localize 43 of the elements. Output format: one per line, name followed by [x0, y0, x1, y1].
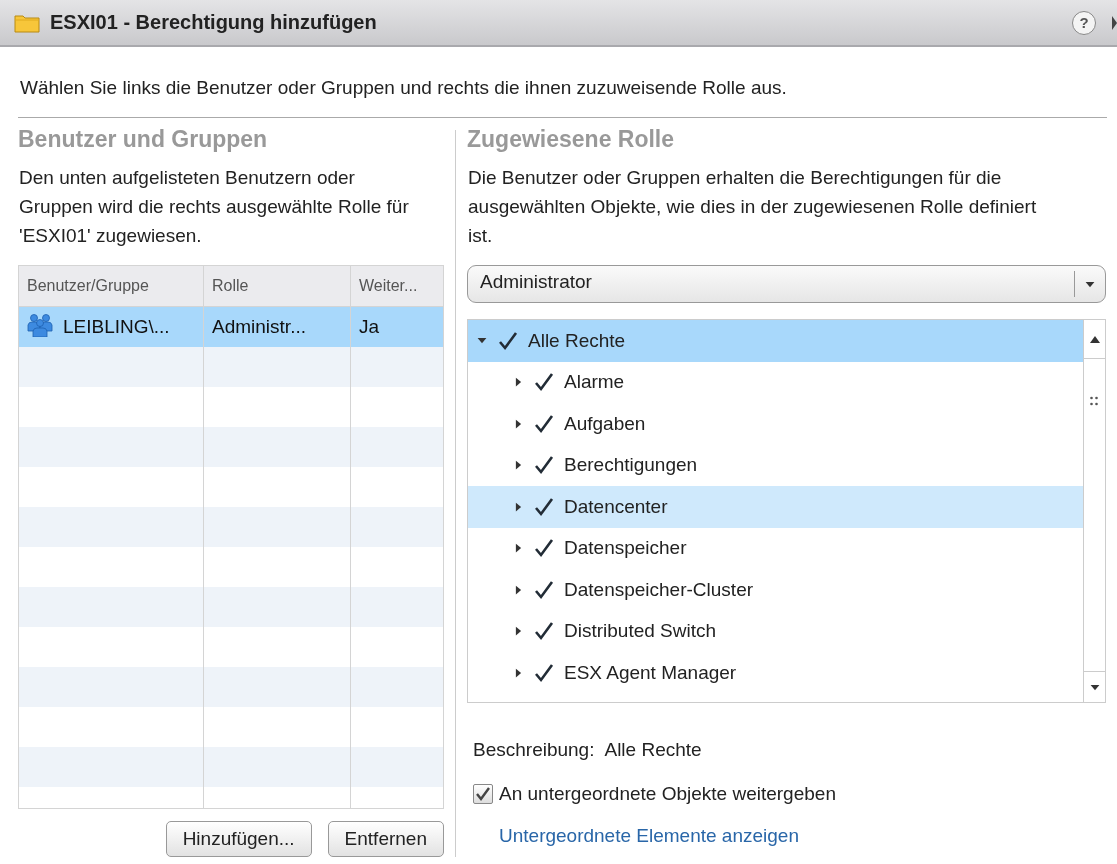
scroll-thumb-grip-icon[interactable] — [1090, 396, 1098, 406]
tree-item[interactable]: Aufgaben — [468, 403, 1083, 445]
checkbox[interactable] — [473, 784, 493, 804]
table-row[interactable]: LEIBLING\... Administr... Ja — [19, 307, 443, 347]
tree-item-label: Alle Rechte — [528, 329, 626, 352]
folder-icon — [14, 12, 40, 33]
tree-item-label: Distributed Switch — [564, 620, 717, 643]
tree-item[interactable]: Distributed Switch — [468, 610, 1083, 652]
column-header[interactable]: Benutzer/Gruppe — [19, 266, 204, 306]
table-cell-text: Ja — [358, 315, 381, 339]
instruction-text: Wählen Sie links die Benutzer oder Gruppen und rechts die ihnen zuzuweisende Rolle aus. — [19, 76, 788, 100]
section-heading: Benutzer und Gruppen — [18, 126, 269, 153]
show-child-elements-link[interactable]: Untergeordnete Elemente anzeigen — [499, 825, 799, 847]
tree-item-label: Datencenter — [564, 495, 668, 518]
user-name: LEIBLING\... — [63, 316, 170, 338]
tree-item-label: ESX Agent Manager — [564, 661, 737, 684]
tree-item[interactable]: Datenspeicher-Cluster — [468, 569, 1083, 611]
window-title: ESXI01 - Berechtigung hinzufügen — [50, 11, 378, 34]
description-label: Beschreibung: — [473, 739, 595, 760]
tree-item-label: Datenspeicher-Cluster — [564, 578, 754, 601]
dialog-button[interactable]: Entfernen — [327, 821, 444, 857]
section-description: Den unten aufgelisteten Benutzern oder Gruppen wird die rechts ausgewählte Rolle für 'ESXI01' zugewiesen. — [19, 166, 410, 248]
tree-item[interactable]: Datencenter — [468, 486, 1083, 528]
tree-item[interactable]: Alarme — [468, 361, 1083, 403]
help-button[interactable]: ? — [1072, 10, 1096, 35]
checkbox-label: An untergeordnete Objekte weitergeben — [499, 783, 836, 805]
role-dropdown[interactable]: Administrator — [467, 265, 1106, 303]
tree-item[interactable]: ESX Agent Manager — [468, 652, 1083, 694]
tree-item-label: Aufgaben — [564, 412, 646, 435]
tree-item-label: Alarme — [564, 371, 625, 394]
section-description: Die Benutzer oder Gruppen erhalten die Berechtigungen für die ausgewählten Objekte, wie dies in der zugewiesenen Rolle definiert ist. — [468, 166, 1038, 248]
description-value: Alle Rechte — [604, 739, 702, 760]
column-header[interactable]: Rolle — [204, 266, 351, 306]
expand-arrow-icon[interactable] — [1112, 15, 1117, 30]
section-heading: Zugewiesene Rolle — [467, 126, 676, 153]
column-header[interactable]: Weiter... — [351, 266, 443, 306]
collapse-triangle-icon[interactable] — [476, 337, 488, 345]
tree-item-label: Datenspeicher — [564, 537, 687, 560]
tree-item[interactable]: Datenspeicher — [468, 527, 1083, 569]
tree-item-label: Berechtigungen — [564, 454, 698, 477]
tree-item[interactable]: Alle Rechte — [468, 320, 1083, 362]
dialog-button[interactable]: Hinzufügen... — [165, 821, 312, 857]
tree-item[interactable]: Berechtigungen — [468, 444, 1083, 486]
